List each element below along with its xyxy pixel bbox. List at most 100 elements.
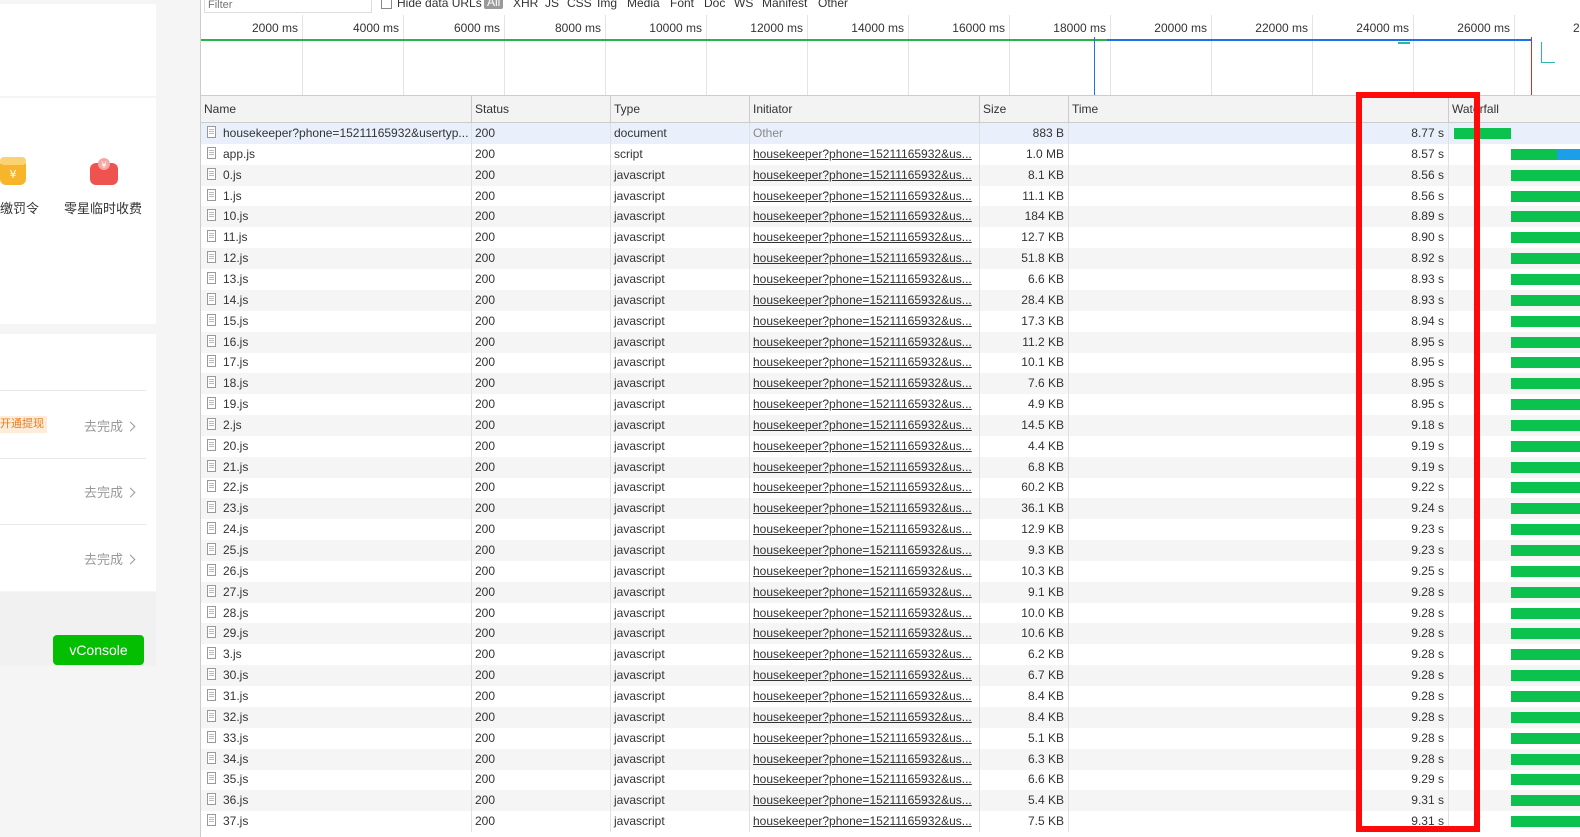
request-initiator-link[interactable]: housekeeper?phone=15211165932&us...	[753, 147, 972, 161]
filter-type-img[interactable]: Img	[597, 0, 617, 10]
filter-type-doc[interactable]: Doc	[704, 0, 725, 10]
filter-type-ws[interactable]: WS	[734, 0, 753, 10]
request-initiator-link[interactable]: housekeeper?phone=15211165932&us...	[753, 668, 972, 682]
request-initiator-link[interactable]: housekeeper?phone=15211165932&us...	[753, 230, 972, 244]
waterfall-bar[interactable]	[1511, 690, 1580, 702]
request-row[interactable]: 37.js 200 javascript housekeeper?phone=1521…	[201, 811, 1580, 833]
request-row[interactable]: 3.js 200 javascript housekeeper?phone=15211…	[201, 644, 1580, 666]
request-initiator-link[interactable]: housekeeper?phone=15211165932&us...	[753, 606, 972, 620]
request-initiator-link[interactable]: housekeeper?phone=15211165932&us...	[753, 689, 972, 703]
waterfall-bar[interactable]	[1511, 607, 1580, 619]
request-row[interactable]: app.js 200 script housekeeper?phone=1521116…	[201, 143, 1580, 165]
waterfall-bar[interactable]	[1511, 440, 1580, 452]
waterfall-bar[interactable]	[1511, 419, 1580, 431]
request-initiator-link[interactable]: housekeeper?phone=15211165932&us...	[753, 585, 972, 599]
request-initiator-link[interactable]: housekeeper?phone=15211165932&us...	[753, 418, 972, 432]
request-row[interactable]: 36.js 200 javascript housekeeper?phone=1521…	[201, 790, 1580, 812]
waterfall-bar[interactable]	[1511, 565, 1580, 577]
filter-type-js[interactable]: JS	[545, 0, 559, 10]
waterfall-bar[interactable]	[1511, 378, 1580, 390]
waterfall-bar[interactable]	[1511, 273, 1580, 285]
waterfall-bar[interactable]	[1511, 816, 1580, 828]
waterfall-bar[interactable]	[1511, 190, 1580, 202]
filter-type-xhr[interactable]: XHR	[513, 0, 538, 10]
timeline-overview[interactable]: 2000 ms 4000 ms 6000 ms 8000 ms 10000 ms 1200…	[201, 15, 1580, 96]
request-initiator-link[interactable]: housekeeper?phone=15211165932&us...	[753, 314, 972, 328]
request-row[interactable]: 25.js 200 javascript housekeeper?phone=1521…	[201, 540, 1580, 561]
request-initiator-link[interactable]: housekeeper?phone=15211165932&us...	[753, 397, 972, 411]
service-label-penalty[interactable]: 缴罚令	[0, 198, 39, 217]
request-row[interactable]: 32.js 200 javascript housekeeper?phone=1521…	[201, 706, 1580, 728]
waterfall-bar[interactable]	[1511, 357, 1580, 369]
vconsole-button[interactable]: vConsole	[53, 635, 144, 665]
request-initiator-link[interactable]: housekeeper?phone=15211165932&us...	[753, 376, 972, 390]
request-initiator-link[interactable]: housekeeper?phone=15211165932&us...	[753, 209, 972, 223]
waterfall-bar[interactable]	[1454, 128, 1511, 139]
request-initiator-link[interactable]: housekeeper?phone=15211165932&us...	[753, 543, 972, 557]
waterfall-bar[interactable]	[1511, 586, 1580, 598]
request-row[interactable]: 10.js 200 javascript housekeeper?phone=1521…	[201, 206, 1580, 228]
request-initiator-link[interactable]: housekeeper?phone=15211165932&us...	[753, 460, 972, 474]
waterfall-bar[interactable]	[1511, 732, 1580, 744]
request-initiator-link[interactable]: housekeeper?phone=15211165932&us...	[753, 189, 972, 203]
request-initiator-link[interactable]: housekeeper?phone=15211165932&us...	[753, 293, 972, 307]
hide-data-urls-checkbox[interactable]	[381, 0, 392, 9]
waterfall-bar[interactable]	[1511, 211, 1580, 223]
service-label-temp-fee[interactable]: 零星临时收费	[64, 198, 142, 217]
request-initiator-link[interactable]: housekeeper?phone=15211165932&us...	[753, 522, 972, 536]
waterfall-bar[interactable]	[1511, 232, 1580, 244]
request-row[interactable]: housekeeper?phone=15211165932&usertyp...…	[201, 123, 1580, 144]
waterfall-bar[interactable]	[1511, 753, 1580, 765]
request-row[interactable]: 1.js 200 javascript housekeeper?phone=15211…	[201, 185, 1580, 207]
request-initiator-link[interactable]: housekeeper?phone=15211165932&us...	[753, 647, 972, 661]
request-initiator-link[interactable]: housekeeper?phone=15211165932&us...	[753, 480, 972, 494]
column-header-size[interactable]: Size	[980, 96, 1069, 122]
request-initiator-link[interactable]: housekeeper?phone=15211165932&us...	[753, 501, 972, 515]
column-header-name[interactable]: Name	[201, 96, 472, 122]
column-header-time[interactable]: Time	[1069, 96, 1449, 122]
waterfall-bar[interactable]	[1511, 169, 1580, 181]
task-complete-link-3[interactable]: 去完成	[84, 549, 136, 568]
waterfall-bar[interactable]	[1511, 628, 1580, 640]
waterfall-bar[interactable]	[1511, 399, 1580, 411]
request-initiator-link[interactable]: housekeeper?phone=15211165932&us...	[753, 814, 972, 828]
request-row[interactable]: 31.js 200 javascript housekeeper?phone=1521…	[201, 685, 1580, 707]
request-initiator-link[interactable]: housekeeper?phone=15211165932&us...	[753, 355, 972, 369]
request-row[interactable]: 13.js 200 javascript housekeeper?phone=1521…	[201, 268, 1580, 290]
request-row[interactable]: 27.js 200 javascript housekeeper?phone=1521…	[201, 581, 1580, 603]
waterfall-bar[interactable]	[1511, 524, 1580, 536]
column-header-waterfall[interactable]: Waterfall	[1449, 96, 1580, 122]
task-complete-link-2[interactable]: 去完成	[84, 482, 136, 501]
request-initiator-link[interactable]: housekeeper?phone=15211165932&us...	[753, 772, 972, 786]
waterfall-bar[interactable]	[1511, 545, 1580, 556]
request-row[interactable]: 23.js 200 javascript housekeeper?phone=1521…	[201, 498, 1580, 520]
request-initiator-link[interactable]: housekeeper?phone=15211165932&us...	[753, 564, 972, 578]
column-header-status[interactable]: Status	[472, 96, 611, 122]
waterfall-bar[interactable]	[1511, 315, 1580, 327]
request-initiator-link[interactable]: housekeeper?phone=15211165932&us...	[753, 710, 972, 724]
waterfall-bar[interactable]	[1511, 482, 1580, 494]
request-initiator-link[interactable]: housekeeper?phone=15211165932&us...	[753, 793, 972, 807]
waterfall-bar[interactable]	[1511, 294, 1580, 306]
request-row[interactable]: 22.js 200 javascript housekeeper?phone=1521…	[201, 477, 1580, 499]
waterfall-bar[interactable]	[1511, 670, 1580, 682]
request-row[interactable]: 12.js 200 javascript housekeeper?phone=1521…	[201, 248, 1580, 270]
red-bag-icon[interactable]: ¥	[89, 155, 119, 187]
filter-type-all[interactable]: All	[484, 0, 504, 9]
waterfall-bar[interactable]	[1511, 336, 1580, 348]
filter-type-other[interactable]: Other	[818, 0, 848, 10]
request-row[interactable]: 21.js 200 javascript housekeeper?phone=1521…	[201, 456, 1580, 478]
request-initiator-link[interactable]: housekeeper?phone=15211165932&us...	[753, 439, 972, 453]
request-initiator-link[interactable]: housekeeper?phone=15211165932&us...	[753, 251, 972, 265]
request-row[interactable]: 33.js 200 javascript housekeeper?phone=1521…	[201, 727, 1580, 749]
request-row[interactable]: 11.js 200 javascript housekeeper?phone=1521…	[201, 227, 1580, 249]
column-header-type[interactable]: Type	[611, 96, 750, 122]
yellow-wallet-icon[interactable]: ¥	[0, 155, 26, 187]
request-row[interactable]: 19.js 200 javascript housekeeper?phone=1521…	[201, 394, 1580, 416]
request-row[interactable]: 24.js 200 javascript housekeeper?phone=1521…	[201, 519, 1580, 541]
request-initiator-link[interactable]: housekeeper?phone=15211165932&us...	[753, 731, 972, 745]
filter-type-font[interactable]: Font	[670, 0, 694, 10]
request-row[interactable]: 17.js 200 javascript housekeeper?phone=1521…	[201, 352, 1580, 374]
request-row[interactable]: 0.js 200 javascript housekeeper?phone=15211…	[201, 164, 1580, 186]
waterfall-bar[interactable]	[1511, 795, 1580, 807]
